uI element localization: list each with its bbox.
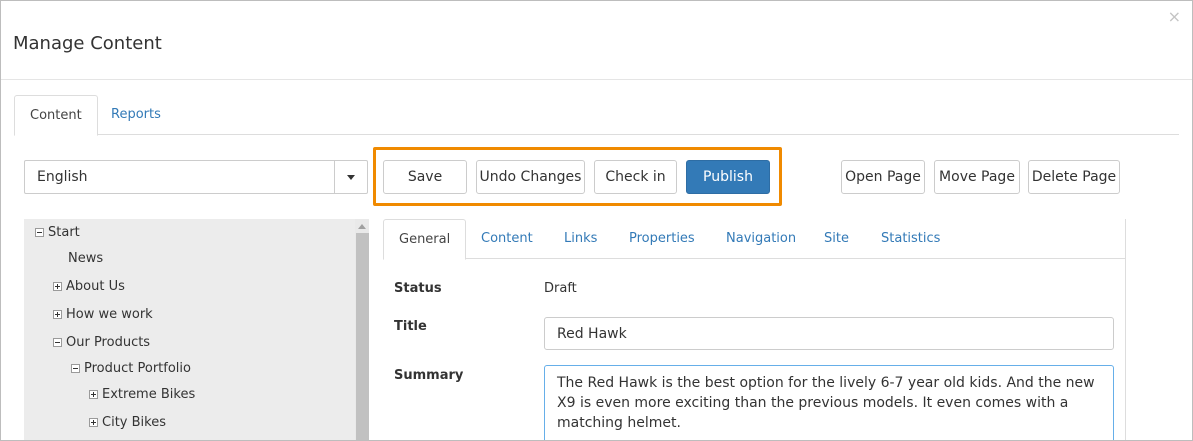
tree-item-how-we-work[interactable]: How we work bbox=[53, 305, 153, 325]
chevron-down-icon bbox=[347, 175, 355, 180]
status-value: Draft bbox=[544, 281, 577, 296]
dialog-title: Manage Content bbox=[13, 33, 162, 54]
scroll-up-icon[interactable] bbox=[358, 224, 366, 229]
scrollbar-thumb[interactable] bbox=[356, 233, 369, 440]
language-select-value: English bbox=[37, 169, 88, 185]
publish-button[interactable]: Publish bbox=[686, 160, 770, 194]
tab-reports[interactable]: Reports bbox=[96, 95, 176, 135]
page-details-panel: General Content Links Properties Navigat… bbox=[383, 219, 1126, 440]
tree-item-label: News bbox=[68, 251, 104, 266]
collapse-icon[interactable] bbox=[71, 364, 80, 373]
collapse-icon[interactable] bbox=[53, 338, 62, 347]
tab-content-detail[interactable]: Content bbox=[481, 219, 533, 259]
tab-content[interactable]: Content bbox=[14, 95, 98, 136]
close-icon[interactable]: × bbox=[1168, 9, 1181, 25]
tree-item-label: Start bbox=[48, 225, 80, 240]
title-label: Title bbox=[394, 319, 427, 334]
tree-item-extreme-bikes[interactable]: Extreme Bikes bbox=[89, 385, 195, 405]
dialog-header: Manage Content × bbox=[1, 1, 1192, 80]
tree-item-label: Our Products bbox=[66, 335, 151, 350]
dialog-body: Content Reports English Save Undo Change… bbox=[1, 80, 1192, 440]
tree-item-city-bikes[interactable]: City Bikes bbox=[89, 413, 166, 433]
tree-item-label: Extreme Bikes bbox=[102, 387, 196, 402]
expand-icon[interactable] bbox=[89, 390, 98, 399]
summary-label: Summary bbox=[394, 368, 464, 383]
summary-textarea[interactable]: The Red Hawk is the best option for the … bbox=[544, 365, 1114, 440]
tree-item-label: About Us bbox=[66, 279, 125, 294]
top-tab-bar: Content Reports bbox=[14, 95, 1179, 136]
tab-site[interactable]: Site bbox=[824, 219, 849, 259]
expand-icon[interactable] bbox=[89, 418, 98, 427]
tree-item-product-portfolio[interactable]: Product Portfolio bbox=[71, 359, 191, 379]
delete-page-button[interactable]: Delete Page bbox=[1028, 160, 1120, 194]
collapse-icon[interactable] bbox=[35, 228, 44, 237]
tab-statistics[interactable]: Statistics bbox=[881, 219, 940, 259]
undo-changes-button[interactable]: Undo Changes bbox=[476, 160, 585, 194]
open-page-button[interactable]: Open Page bbox=[841, 160, 925, 194]
check-in-button[interactable]: Check in bbox=[594, 160, 677, 194]
title-input[interactable] bbox=[544, 317, 1114, 350]
page-tree: Start News About Us How we work Our Prod… bbox=[24, 219, 369, 440]
tab-navigation[interactable]: Navigation bbox=[726, 219, 796, 259]
status-label: Status bbox=[394, 281, 442, 296]
tree-item-label: Product Portfolio bbox=[84, 361, 191, 376]
tree-item-start[interactable]: Start bbox=[35, 223, 80, 243]
tree-item-label: How we work bbox=[66, 307, 153, 322]
tree-item-news[interactable]: News bbox=[68, 249, 103, 269]
tab-general[interactable]: General bbox=[383, 219, 467, 260]
save-button[interactable]: Save bbox=[383, 160, 467, 194]
tab-properties[interactable]: Properties bbox=[629, 219, 695, 259]
tab-links[interactable]: Links bbox=[564, 219, 597, 259]
detail-tab-bar: General Content Links Properties Navigat… bbox=[383, 219, 1126, 260]
expand-icon[interactable] bbox=[53, 282, 62, 291]
tree-item-label: City Bikes bbox=[102, 415, 166, 430]
expand-icon[interactable] bbox=[53, 310, 62, 319]
manage-content-dialog: Manage Content × Content Reports English… bbox=[0, 0, 1193, 441]
move-page-button[interactable]: Move Page bbox=[934, 160, 1020, 194]
tree-scrollbar[interactable] bbox=[355, 219, 369, 440]
tree-item-our-products[interactable]: Our Products bbox=[53, 333, 150, 353]
language-select[interactable]: English bbox=[24, 160, 368, 194]
language-select-toggle[interactable] bbox=[334, 161, 367, 193]
tree-item-about-us[interactable]: About Us bbox=[53, 277, 125, 297]
